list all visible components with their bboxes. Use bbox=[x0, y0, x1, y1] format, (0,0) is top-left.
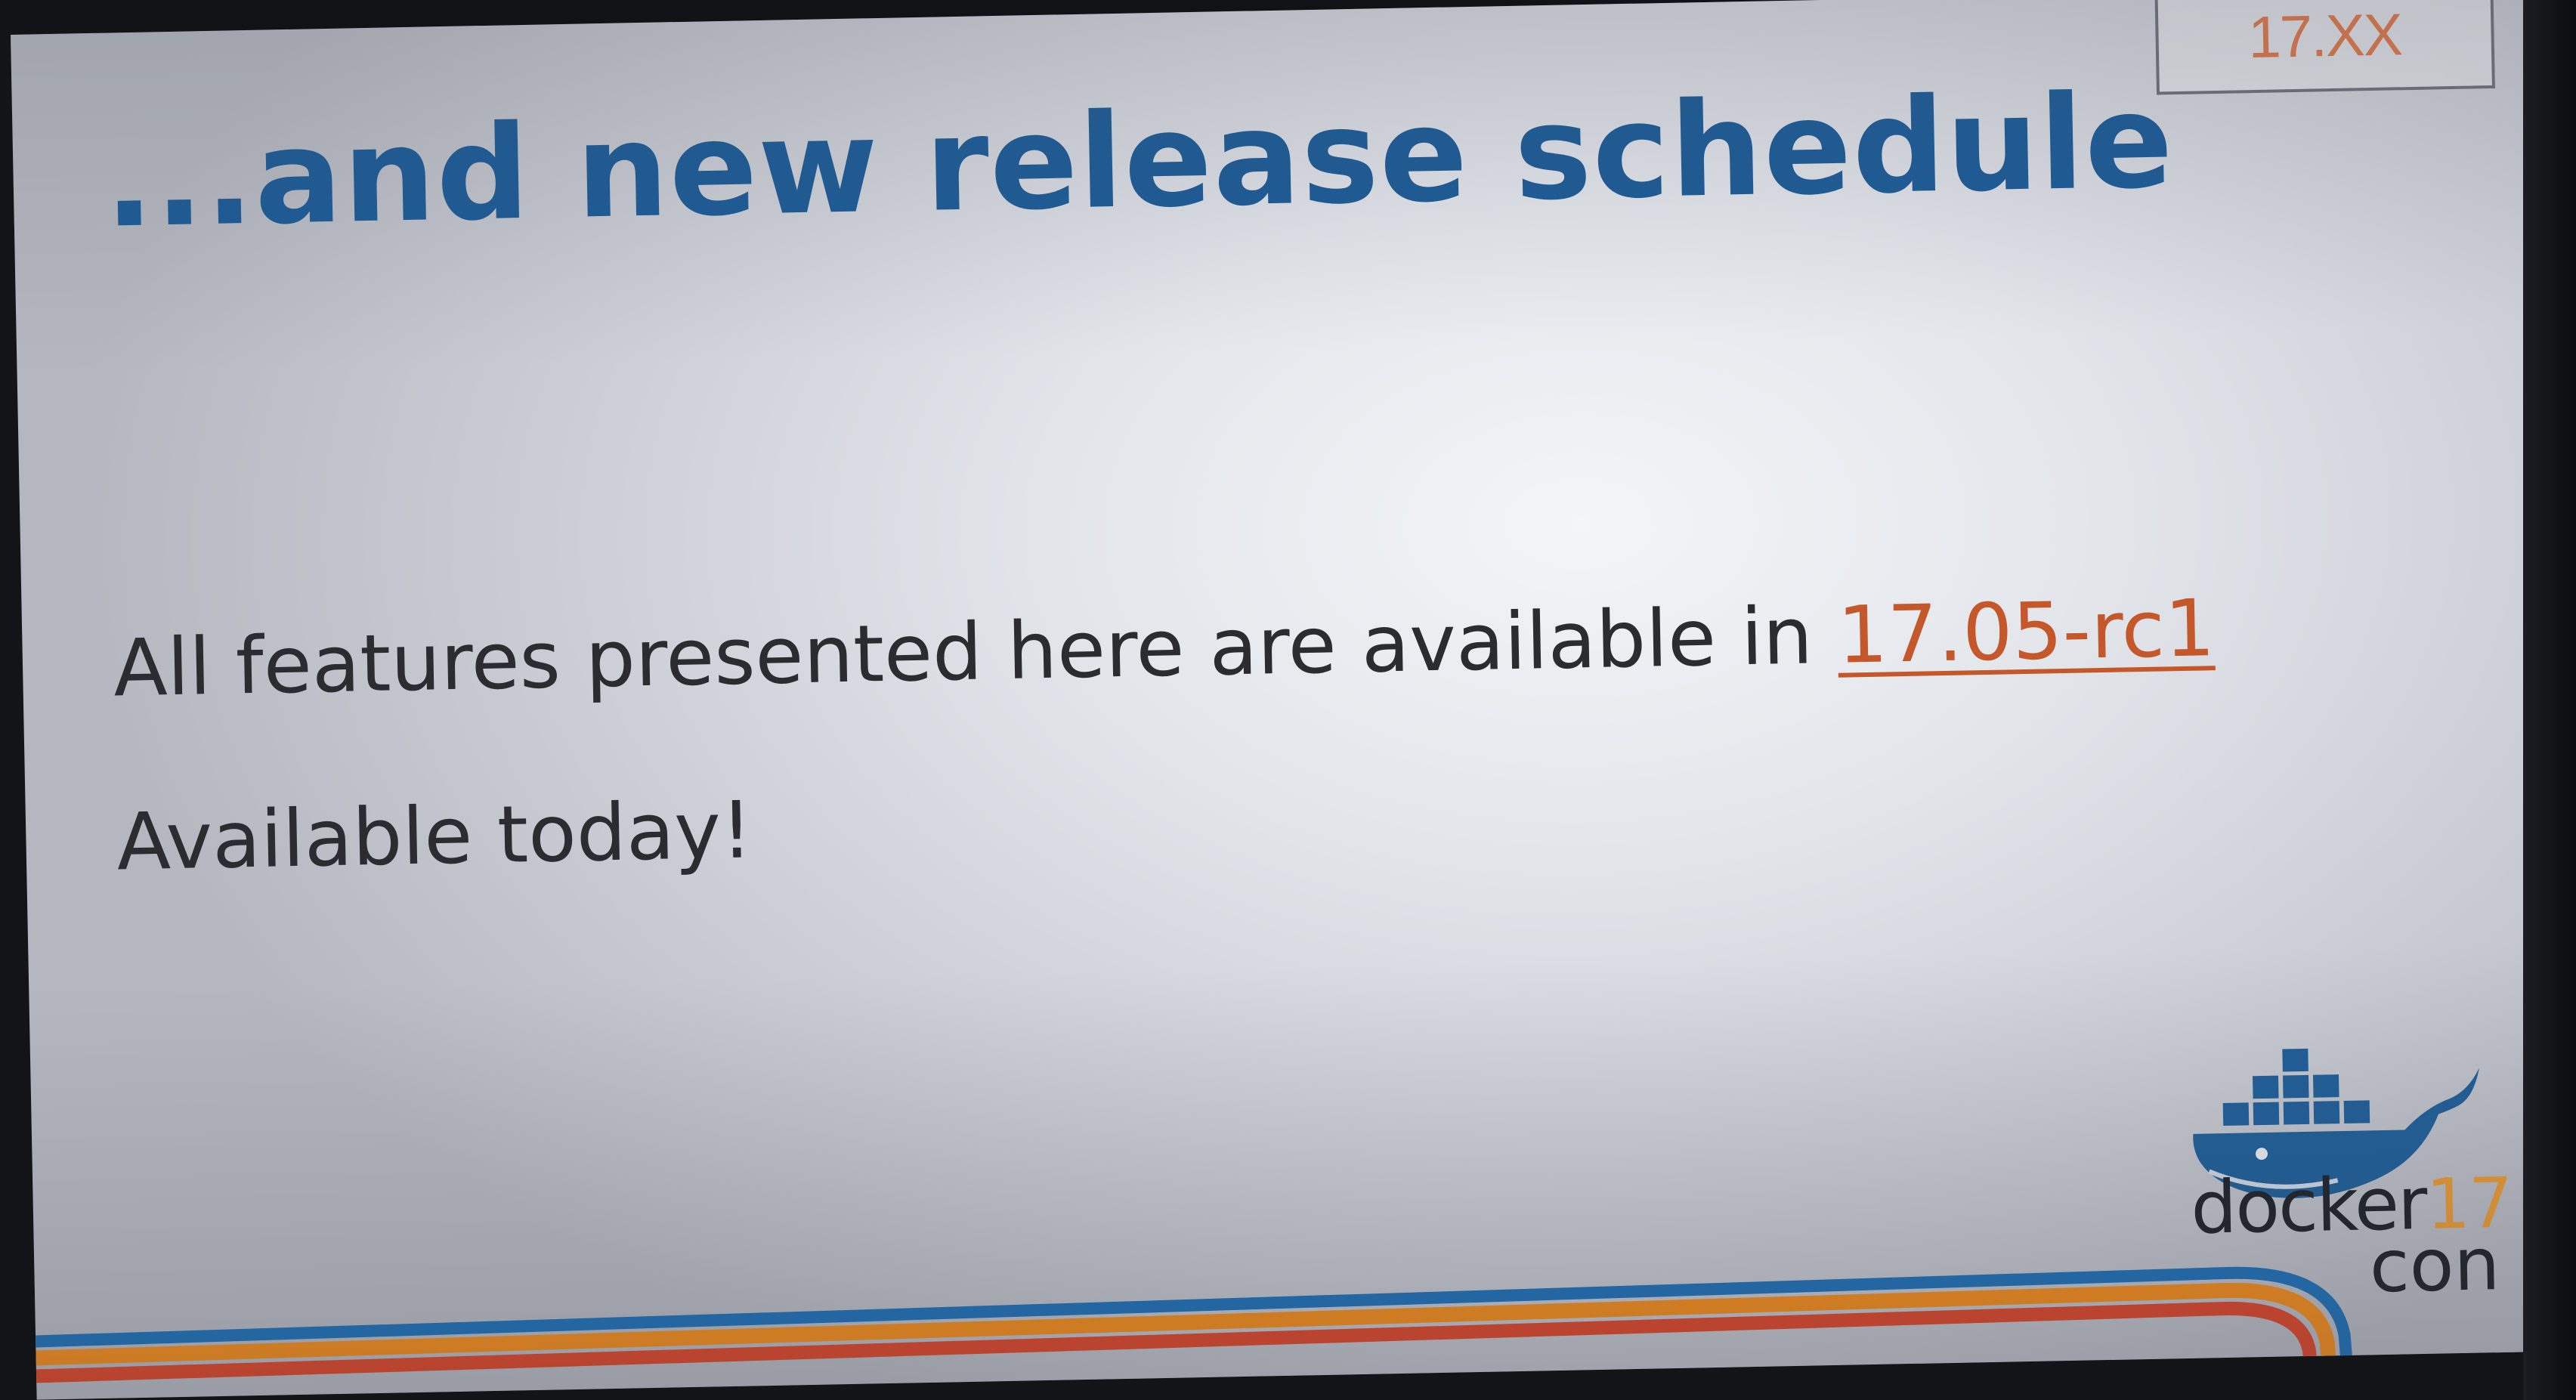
available-today-line: Available today! bbox=[116, 783, 753, 889]
availability-line: All features presented here are availabl… bbox=[113, 582, 2216, 714]
version-tab-label: 17.XX bbox=[2247, 0, 2402, 70]
slide-title: ...and new release schedule bbox=[102, 65, 2176, 257]
logo-sub: con bbox=[2368, 1222, 2501, 1309]
availability-text: All features presented here are availabl… bbox=[112, 589, 1838, 715]
projector-bezel-right bbox=[2523, 0, 2576, 1400]
slide-screen: 17.XX ...and new release schedule All fe… bbox=[11, 0, 2553, 1400]
slide-photo: 17.XX ...and new release schedule All fe… bbox=[0, 0, 2576, 1400]
release-link[interactable]: 17.05-rc1 bbox=[1837, 582, 2216, 681]
version-tab: 17.XX bbox=[2154, 0, 2495, 95]
footer-stripes bbox=[20, 1266, 2356, 1397]
